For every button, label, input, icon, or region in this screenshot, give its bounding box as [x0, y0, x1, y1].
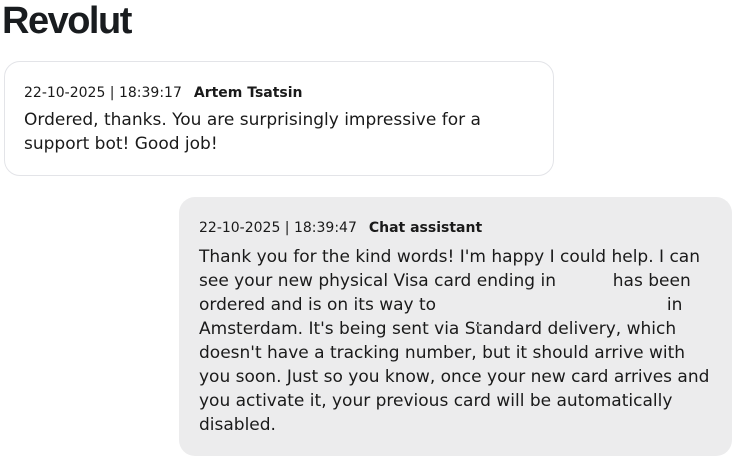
message-text: Thank you for the kind words! I'm happy … — [199, 245, 715, 437]
message-text-part: in Amsterdam. It's being sent via Standa… — [199, 295, 710, 435]
message-meta: 22-10-2025 | 18:39:17 Artem Tsatsin — [24, 84, 533, 102]
message-text: Ordered, thanks. You are surprisingly im… — [24, 110, 481, 154]
message-meta: 22-10-2025 | 18:39:47 Chat assistant — [199, 219, 716, 237]
message-author: Artem Tsatsin — [193, 85, 303, 101]
message-author: Chat assistant — [368, 220, 483, 236]
user-message-bubble: 22-10-2025 | 18:39:17 Artem Tsatsin Order… — [4, 61, 554, 176]
message-timestamp: 22-10-2025 | 18:39:47 — [199, 220, 357, 236]
revolut-logo: Revolut — [2, 0, 132, 42]
assistant-message-bubble: 22-10-2025 | 18:39:47 Chat assistant Than… — [179, 197, 732, 456]
message-timestamp: 22-10-2025 | 18:39:17 — [24, 85, 182, 101]
